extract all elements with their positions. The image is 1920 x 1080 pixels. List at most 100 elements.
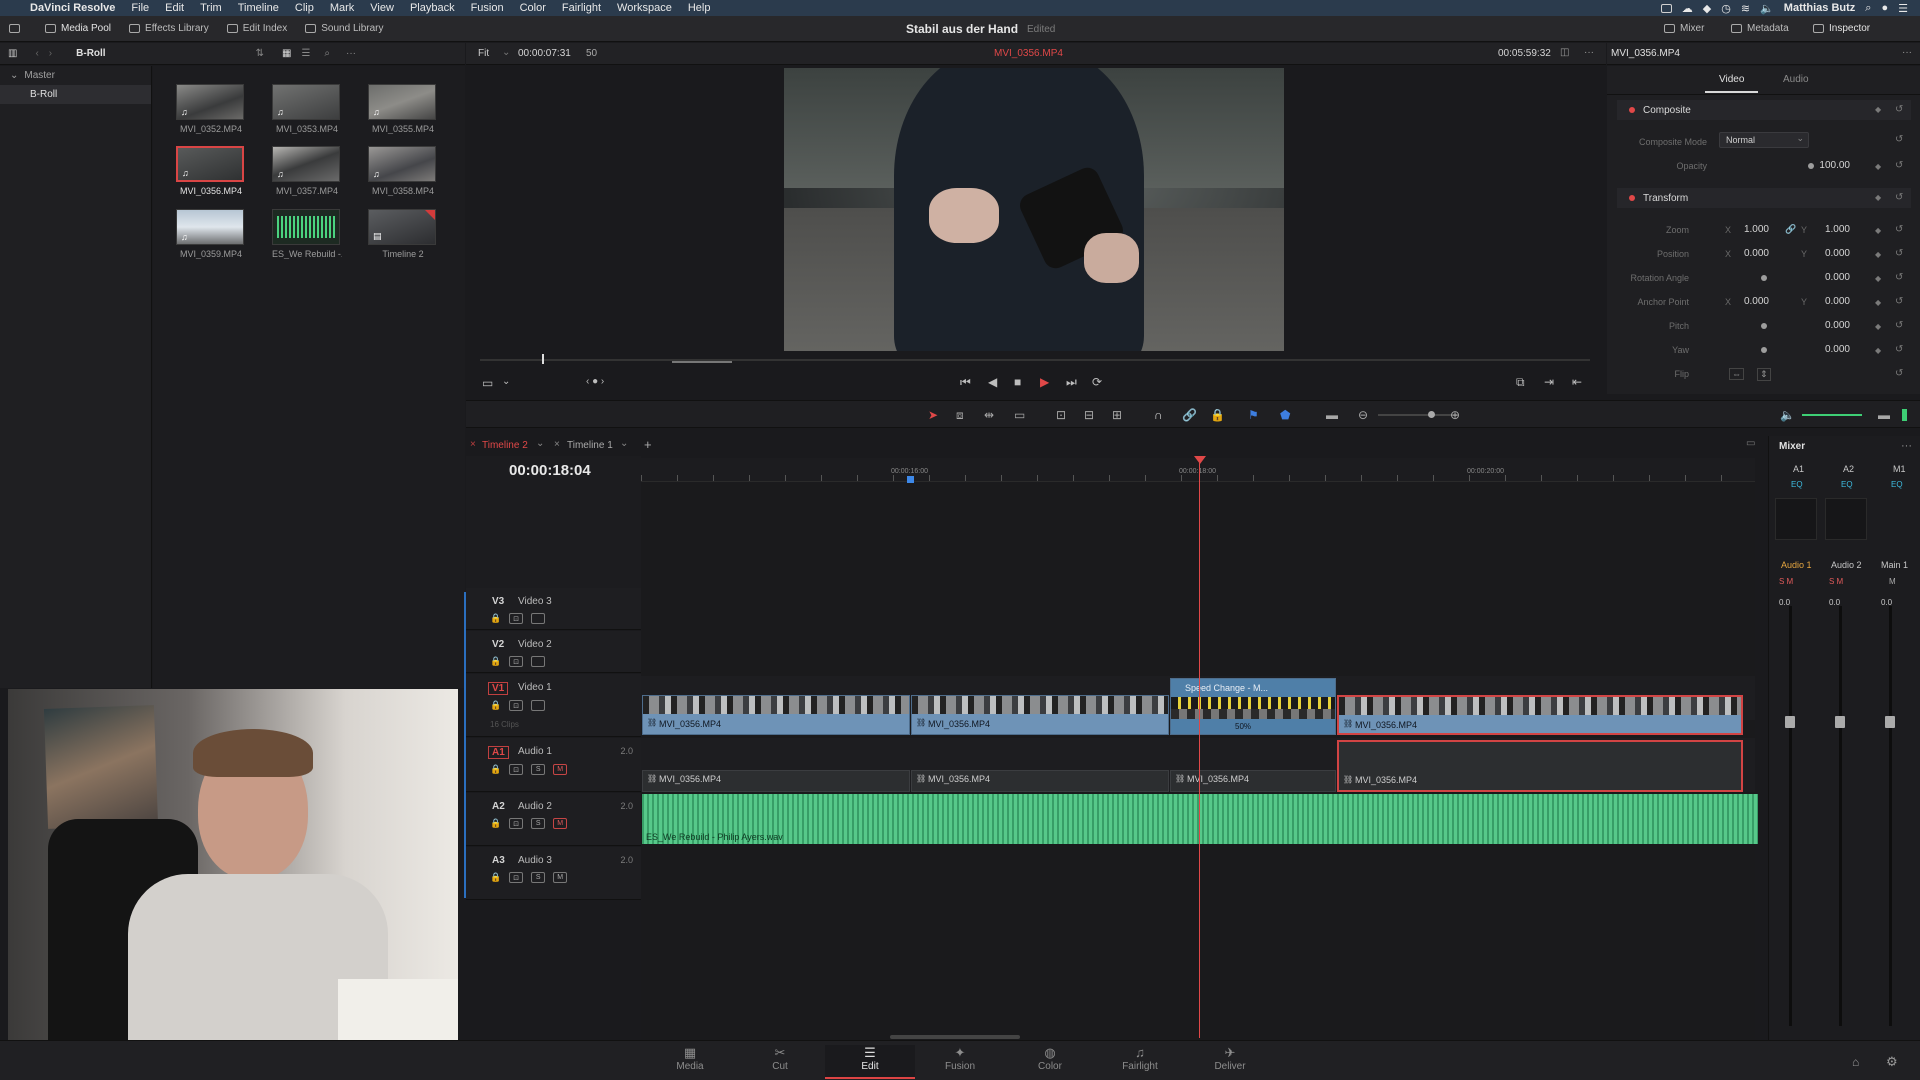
menu-fusion[interactable]: Fusion — [463, 2, 512, 14]
home-icon[interactable]: ⌂ — [1852, 1055, 1859, 1069]
mixer-button[interactable]: Mixer — [1655, 16, 1713, 42]
clip-es-we-rebuild[interactable]: ES_We Rebuild -... — [272, 209, 342, 259]
timeline-zoom-slider[interactable] — [1378, 414, 1458, 416]
list-icon[interactable]: ☰ — [1898, 2, 1908, 15]
marker-icon[interactable]: ⬟ — [1280, 408, 1290, 422]
panel-toggle-button[interactable] — [0, 16, 36, 42]
composite-mode-dropdown[interactable]: Normal ⌄ — [1719, 132, 1809, 148]
transform-section-header[interactable]: Transform — [1617, 188, 1911, 208]
metadata-button[interactable]: Metadata — [1722, 16, 1798, 42]
sidebar-toggle-icon[interactable]: ▥ — [8, 48, 17, 59]
mute-button[interactable]: M — [553, 872, 568, 883]
zoom-y-value[interactable]: 1.000 — [1810, 224, 1850, 235]
clip-mvi-0353[interactable]: ♫ MVI_0353.MP4 — [272, 84, 342, 134]
keyframe-icon[interactable]: ◆ — [1875, 162, 1881, 171]
clip-mvi-0352[interactable]: ♫ MVI_0352.MP4 — [176, 84, 246, 134]
audio-meter-icon[interactable]: ▬ — [1878, 408, 1890, 422]
opacity-value[interactable]: 100.00 — [1810, 160, 1850, 171]
zoom-out-icon[interactable]: ⊖ — [1358, 408, 1368, 422]
audio-clip-4[interactable]: ⛓ MVI_0356.MP4 — [1337, 740, 1743, 792]
menu-file[interactable]: File — [123, 2, 157, 14]
menu-help[interactable]: Help — [680, 2, 719, 14]
next-edit-icon[interactable]: ⇥ — [1544, 375, 1554, 389]
eq-button-m1[interactable]: EQ — [1891, 480, 1903, 489]
tab-audio[interactable]: Audio — [1783, 74, 1809, 85]
track-header-v1[interactable]: V1 Video 1 🔒 ⊡ 16 Clips — [466, 674, 641, 737]
reset-icon[interactable]: ↺ — [1895, 320, 1903, 331]
track-enable-button[interactable] — [531, 613, 546, 624]
speed-percent[interactable]: 50% — [1235, 722, 1251, 731]
pitch-slider[interactable] — [1761, 323, 1767, 329]
fader-a1[interactable] — [1785, 716, 1795, 728]
eq-button-a1[interactable]: EQ — [1791, 480, 1803, 489]
link-icon[interactable]: 🔗 — [1785, 224, 1796, 235]
viewer-layout-icon[interactable]: ◫ — [1560, 47, 1569, 58]
clip-mvi-0358[interactable]: ♫ MVI_0358.MP4 — [368, 146, 438, 196]
menubar-user[interactable]: Matthias Butz — [1784, 2, 1856, 14]
avatar[interactable]: ● — [1881, 2, 1888, 14]
rotation-value[interactable]: 0.000 — [1810, 272, 1850, 283]
tab-timeline-2[interactable]: Timeline 2 — [482, 440, 528, 451]
anchor-y-value[interactable]: 0.000 — [1810, 296, 1850, 307]
track-header-v2[interactable]: V2 Video 2 🔒 ⊡ — [466, 631, 641, 673]
app-menu[interactable]: DaVinci Resolve — [22, 2, 123, 14]
bin-b-roll[interactable]: B-Roll — [0, 85, 151, 104]
audio-clip-1[interactable]: ⛓ MVI_0356.MP4 — [642, 770, 910, 792]
mixer-mute-m1[interactable]: M — [1889, 577, 1896, 586]
menu-playback[interactable]: Playback — [402, 2, 463, 14]
chevron-down-icon[interactable]: ⌄ — [502, 47, 510, 58]
mixer-solo-mute-a2[interactable]: S M — [1829, 577, 1843, 586]
replace-clip-icon[interactable]: ⊞ — [1112, 408, 1122, 422]
nav-back-icon[interactable]: ‹ — [35, 48, 38, 59]
reset-icon[interactable]: ↺ — [1895, 368, 1903, 379]
audio-clip-2[interactable]: ⛓ MVI_0356.MP4 — [911, 770, 1169, 792]
auto-select-button[interactable]: ⊡ — [509, 656, 524, 667]
insert-clip-icon[interactable]: ⊡ — [1056, 408, 1066, 422]
edit-index-button[interactable]: Edit Index — [218, 16, 296, 42]
page-tab-deliver[interactable]: ✈ Deliver — [1185, 1045, 1275, 1079]
timeline-view-icon[interactable]: ▬ — [1326, 408, 1338, 422]
cloud-icon[interactable]: ☁ — [1682, 2, 1693, 15]
eq-button-a2[interactable]: EQ — [1841, 480, 1853, 489]
marker-icon[interactable] — [907, 476, 914, 483]
menu-mark[interactable]: Mark — [322, 2, 362, 14]
lock-icon[interactable]: 🔒 — [490, 656, 501, 667]
menu-clip[interactable]: Clip — [287, 2, 322, 14]
master-volume-slider[interactable] — [1802, 414, 1862, 416]
zoom-in-icon[interactable]: ⊕ — [1450, 408, 1460, 422]
prev-edit-icon[interactable]: ⇤ — [1572, 375, 1582, 389]
position-y-value[interactable]: 0.000 — [1810, 248, 1850, 259]
effects-library-button[interactable]: Effects Library — [120, 16, 218, 42]
mute-button[interactable]: M — [553, 764, 568, 775]
track-header-a1[interactable]: A1 Audio 1 2.0 🔒 ⊡ S M — [466, 738, 641, 792]
sound-library-button[interactable]: Sound Library — [296, 16, 392, 42]
clock-icon[interactable]: ◷ — [1721, 2, 1731, 15]
page-tab-fairlight[interactable]: ♫ Fairlight — [1095, 1045, 1185, 1079]
stop-button[interactable]: ■ — [1014, 375, 1021, 389]
pan-control-a2[interactable] — [1825, 498, 1867, 540]
clip-mvi-0356[interactable]: ♫ MVI_0356.MP4 — [176, 146, 246, 196]
keyframe-icon[interactable]: ◆ — [1875, 193, 1881, 202]
flip-horizontal-icon[interactable]: ⇔ — [1729, 368, 1744, 380]
screen-icon[interactable] — [1660, 3, 1672, 13]
zoom-slider-knob[interactable] — [1428, 411, 1435, 418]
audio-clip-3[interactable]: ⛓ MVI_0356.MP4 — [1170, 770, 1336, 792]
more-options-icon[interactable]: ··· — [1584, 47, 1594, 58]
reset-icon[interactable]: ↺ — [1895, 248, 1903, 259]
menu-fairlight[interactable]: Fairlight — [554, 2, 609, 14]
overwrite-clip-icon[interactable]: ⊟ — [1084, 408, 1094, 422]
track-header-a3[interactable]: A3 Audio 3 2.0 🔒 ⊡ S M — [466, 847, 641, 900]
position-lock-icon[interactable]: 🔒 — [1210, 408, 1225, 422]
thumbnail-view-icon[interactable]: ▦ — [282, 48, 291, 59]
volume-icon[interactable]: 🔈 — [1780, 408, 1795, 422]
lock-icon[interactable]: 🔒 — [490, 818, 501, 829]
more-options-icon[interactable]: ··· — [346, 48, 356, 59]
reset-icon[interactable]: ↺ — [1895, 296, 1903, 307]
clip-mvi-0359[interactable]: ♫ MVI_0359.MP4 — [176, 209, 246, 259]
reset-icon[interactable]: ↺ — [1895, 104, 1903, 115]
scrub-bar[interactable] — [480, 359, 1590, 361]
keyframe-icon[interactable]: ◆ — [1875, 322, 1881, 331]
solo-button[interactable]: S — [531, 818, 546, 829]
page-tab-fusion[interactable]: ✦ Fusion — [915, 1045, 1005, 1079]
menu-edit[interactable]: Edit — [157, 2, 192, 14]
